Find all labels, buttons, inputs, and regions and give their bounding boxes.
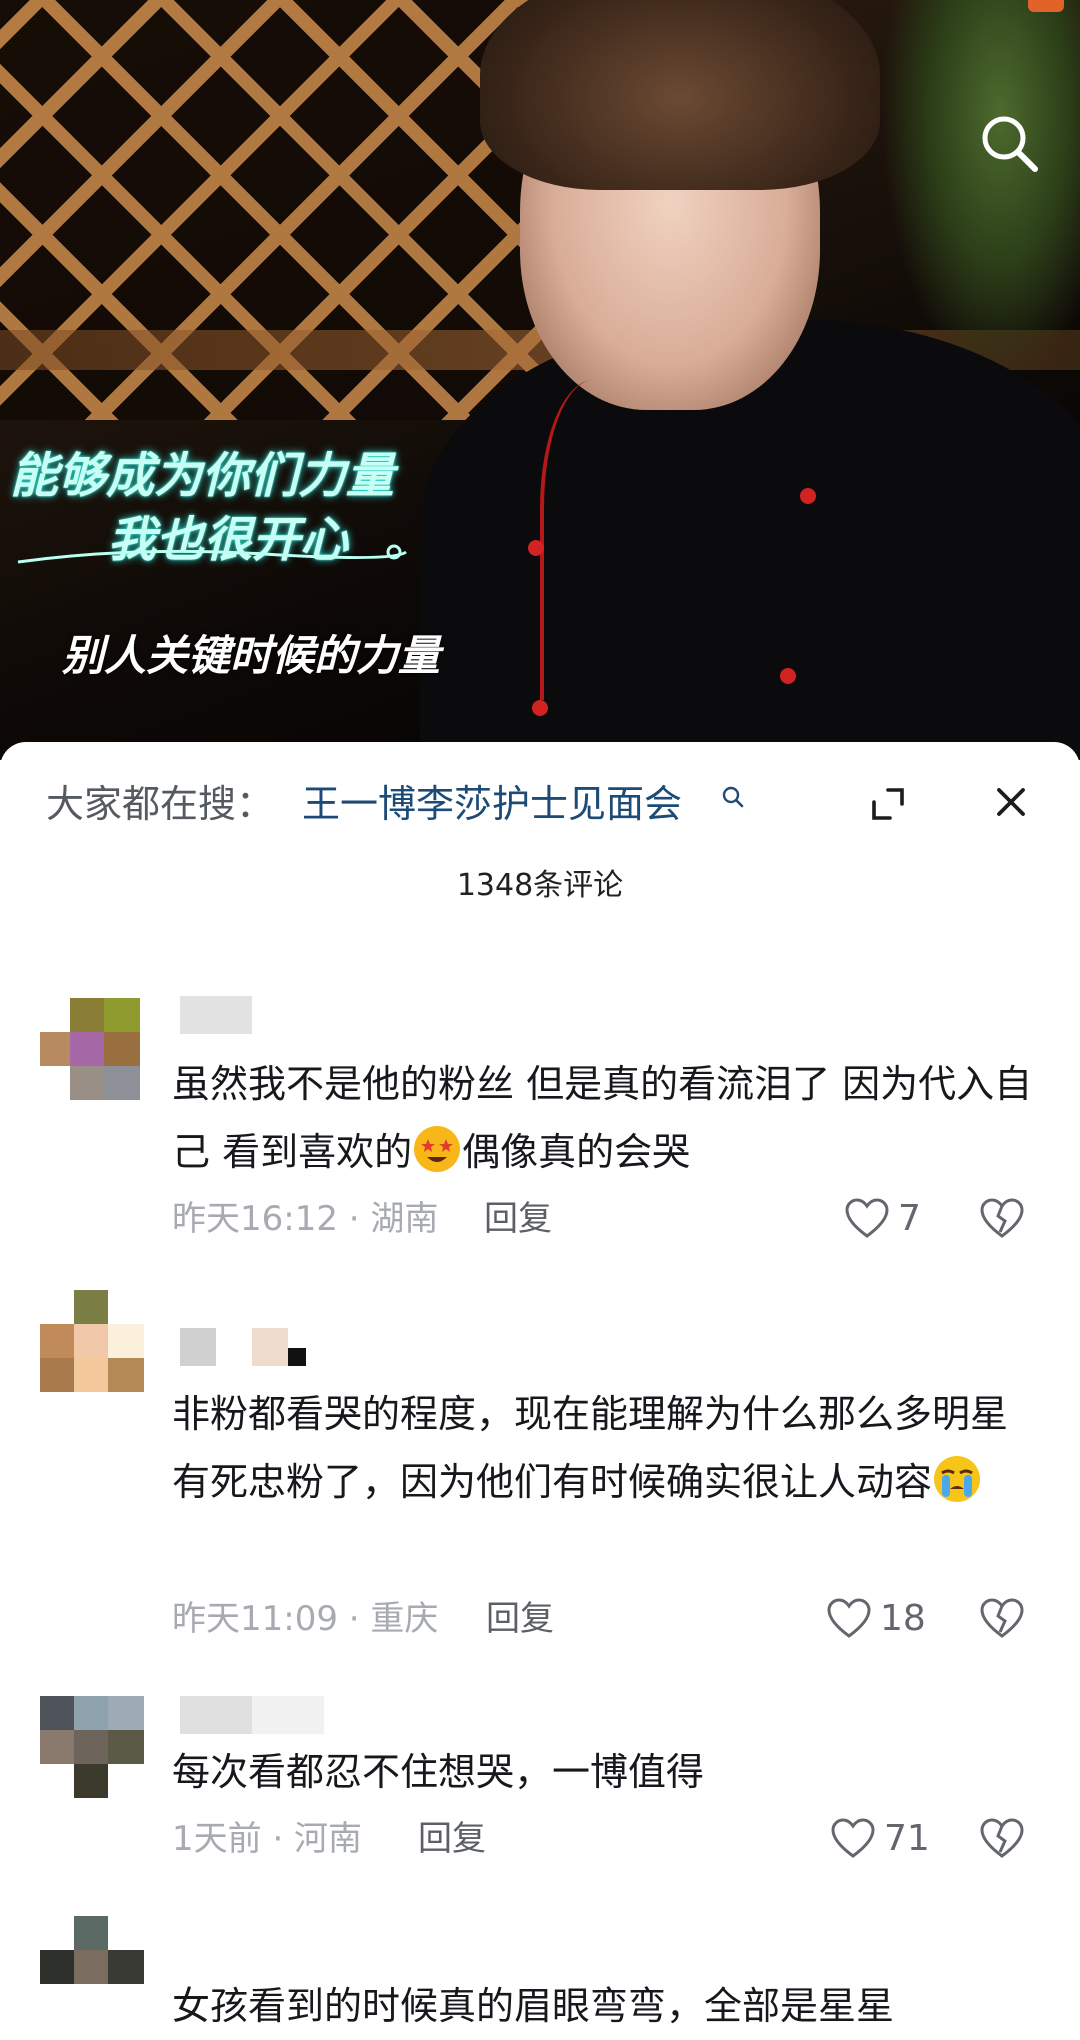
avatar[interactable] — [40, 1916, 144, 2020]
heart-icon — [827, 1598, 871, 1638]
jacket-button — [528, 540, 544, 556]
comment-text: 每次看都忍不住想哭，一博值得 — [172, 1738, 1042, 1806]
comment-text-part1: 每次看都忍不住想哭，一博值得 — [172, 1750, 705, 1794]
trending-search-bar[interactable]: 大家都在搜： 王一博李莎护士见面会 — [0, 774, 1080, 834]
comment-text-part1: 女孩看到的时候真的眉眼弯弯，全部是星星 — [172, 1984, 895, 2028]
jacket-piping — [540, 380, 674, 700]
like-count: 18 — [880, 1598, 926, 1639]
video-caption-bottom: 别人关键时候的力量 — [62, 631, 441, 680]
comment-text-part2: 偶像真的会哭 — [462, 1130, 691, 1174]
jacket-button — [532, 700, 548, 716]
comment-text: 非粉都看哭的程度，现在能理解为什么那么多明星有死忠粉了，因为他们有时候确实很让人… — [172, 1380, 1042, 1516]
trending-search-prefix: 大家都在搜： — [46, 782, 275, 826]
like-button[interactable]: 7 — [844, 1196, 954, 1242]
broken-heart-icon[interactable] — [978, 1816, 1026, 1862]
video-caption-line1: 能够成为你们力量 — [10, 448, 395, 504]
small-search-icon — [722, 786, 744, 808]
close-icon[interactable] — [993, 784, 1029, 820]
crying-emoji — [934, 1456, 981, 1502]
comment-time-location: 昨天16:12 · 湖南 — [172, 1199, 439, 1239]
star-struck-emoji — [414, 1126, 461, 1172]
comment-time-location: 1天前 · 河南 — [172, 1819, 363, 1859]
jacket-button — [800, 488, 816, 504]
comment-sheet: 大家都在搜： 王一博李莎护士见面会 1348条评论 虽然我不是他的粉丝 但是真的… — [0, 742, 1080, 2028]
trending-search-query[interactable]: 王一博李莎护士见面会 — [302, 774, 682, 834]
broken-heart-icon[interactable] — [978, 1596, 1026, 1642]
like-button[interactable]: 18 — [826, 1596, 956, 1642]
avatar[interactable] — [40, 1290, 144, 1394]
comment-text-part1: 非粉都看哭的程度，现在能理解为什么那么多明星有死忠粉了，因为他们有时候确实很让人… — [172, 1392, 1009, 1504]
comment-count: 1348条评论 — [456, 868, 624, 903]
heart-icon — [845, 1198, 889, 1238]
search-icon[interactable] — [978, 112, 1040, 174]
reply-button[interactable]: 回复 — [418, 1816, 486, 1862]
comment-text: 女孩看到的时候真的眉眼弯弯，全部是星星 — [172, 1972, 1042, 2040]
avatar[interactable] — [40, 998, 144, 1102]
like-button[interactable]: 71 — [830, 1816, 960, 1862]
caption-swirl — [17, 544, 407, 564]
video-player[interactable]: 能够成为你们力量 我也很开心 别人关键时候的力量 — [0, 0, 1080, 760]
jacket-button — [780, 668, 796, 684]
comment-time-location: 昨天11:09 · 重庆 — [172, 1599, 439, 1639]
like-count: 71 — [884, 1818, 930, 1859]
like-count: 7 — [898, 1198, 921, 1239]
broken-heart-icon[interactable] — [978, 1196, 1026, 1242]
status-bar-battery — [1028, 0, 1064, 12]
background-plant — [880, 0, 1080, 380]
avatar[interactable] — [40, 1696, 144, 1800]
person-hair — [480, 0, 880, 190]
comment-text: 虽然我不是他的粉丝 但是真的看流泪了 因为代入自己 看到喜欢的 偶像真的会哭 — [172, 1050, 1042, 1186]
heart-icon — [831, 1818, 875, 1858]
reply-button[interactable]: 回复 — [484, 1196, 552, 1242]
expand-icon[interactable] — [870, 786, 906, 822]
reply-button[interactable]: 回复 — [486, 1596, 554, 1642]
